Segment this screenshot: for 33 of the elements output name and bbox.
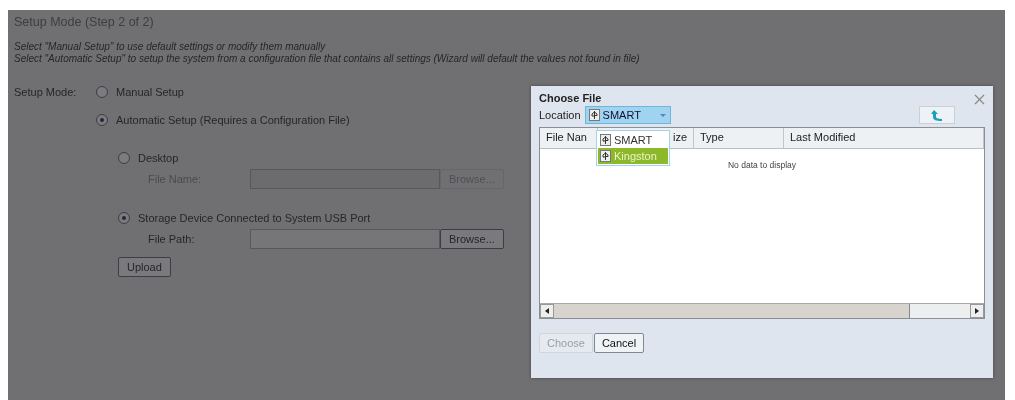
file-input-field[interactable] bbox=[250, 169, 440, 189]
caret-icon bbox=[658, 112, 667, 118]
column-header[interactable]: Type bbox=[694, 128, 784, 148]
up-arrow-icon bbox=[930, 108, 944, 122]
radio-button[interactable] bbox=[96, 86, 108, 98]
up-folder-button[interactable] bbox=[919, 106, 955, 124]
file-input-field[interactable] bbox=[250, 229, 440, 249]
usb-icon bbox=[600, 150, 611, 162]
field-label: File Path: bbox=[148, 233, 196, 245]
left-arrow-icon[interactable] bbox=[545, 308, 549, 314]
dialog-title: Choose File bbox=[539, 92, 602, 104]
location-dropdown[interactable]: SMART bbox=[584, 106, 671, 124]
location-label: Location bbox=[539, 109, 581, 121]
radio-label: Storage Device Connected to System USB Port bbox=[138, 212, 371, 224]
radio-label: Automatic Setup (Requires a Configuration File) bbox=[116, 114, 350, 126]
usb-icon bbox=[600, 134, 611, 146]
usb-icon bbox=[588, 109, 600, 121]
instruction-text: Select "Automatic Setup" to setup the system from a configuration file that contains all settings (Wizard will default the values not found in file) bbox=[14, 53, 641, 65]
scrollbar-thumb[interactable] bbox=[554, 304, 910, 318]
column-header[interactable]: Last Modified bbox=[784, 128, 984, 148]
empty-message: No data to display bbox=[727, 160, 796, 170]
radio-button[interactable] bbox=[118, 212, 130, 224]
upload-button[interactable]: Upload bbox=[118, 257, 171, 277]
radio-label: Desktop bbox=[138, 152, 179, 164]
dialog-button[interactable]: Cancel bbox=[593, 333, 645, 353]
close-icon[interactable] bbox=[974, 94, 985, 105]
instruction-text: Select "Manual Setup" to use default settings or modify them manually bbox=[14, 41, 327, 53]
setup-mode-label: Setup Mode: bbox=[14, 86, 78, 98]
horizontal-scrollbar[interactable] bbox=[540, 303, 984, 318]
radio-label: Manual Setup bbox=[116, 86, 184, 98]
right-arrow-icon[interactable] bbox=[975, 308, 979, 314]
radio-button[interactable] bbox=[96, 114, 108, 126]
browse-button[interactable]: Browse... bbox=[440, 229, 504, 249]
